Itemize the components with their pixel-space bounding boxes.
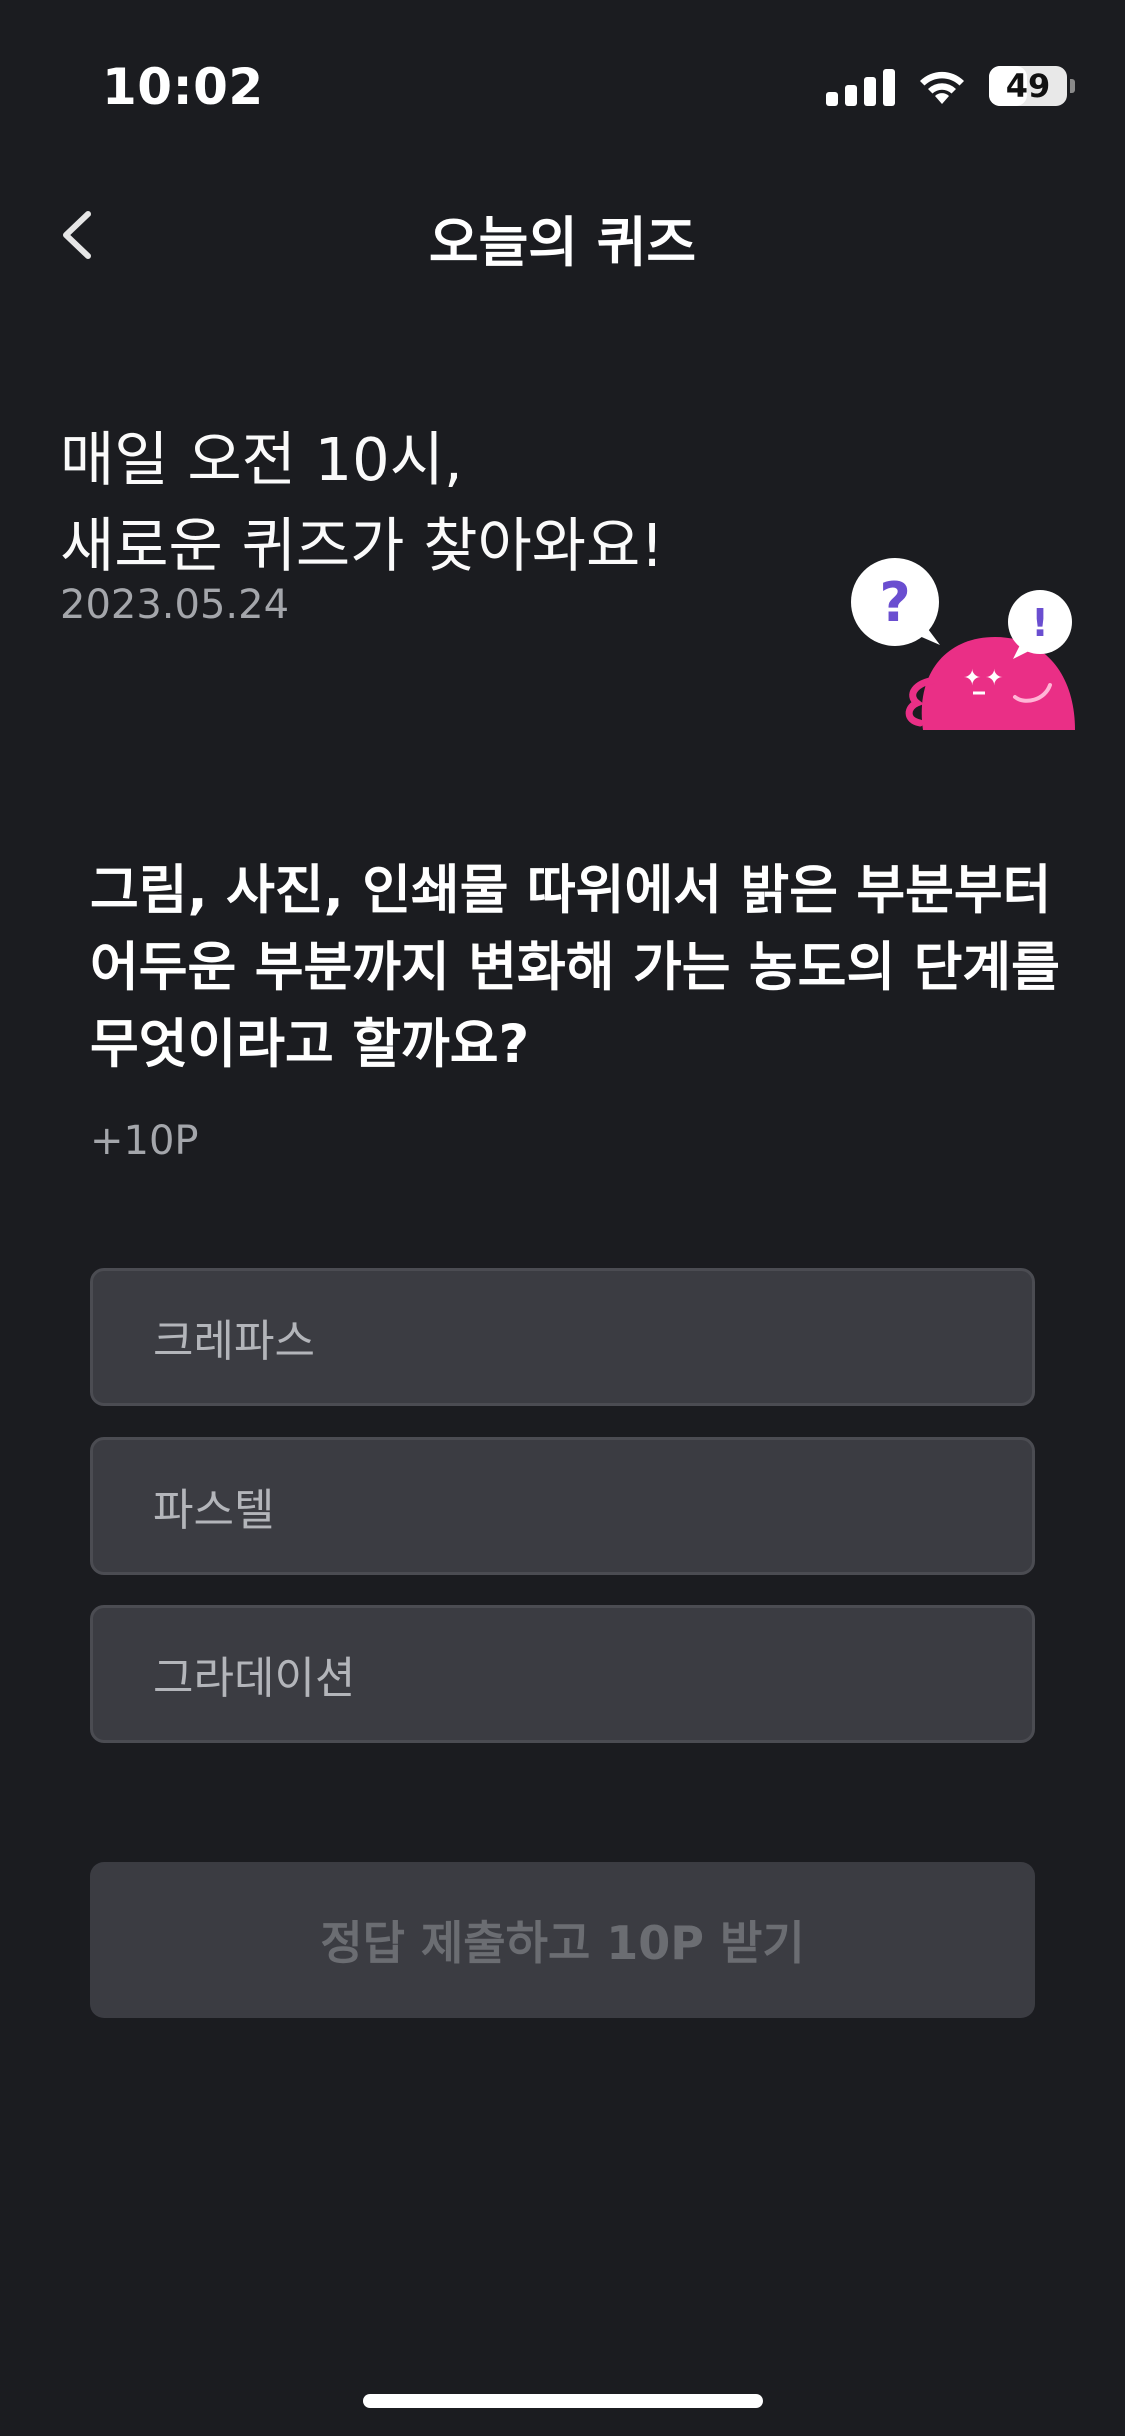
battery-level: 49 — [1005, 67, 1051, 105]
svg-text:✦: ✦ — [985, 666, 1003, 691]
quiz-question: 그림, 사진, 인쇄물 따위에서 밝은 부분부터 어두운 부분까지 변화해 가는… — [90, 860, 1060, 1075]
svg-text:✦: ✦ — [963, 666, 981, 691]
status-time: 10:02 — [102, 58, 264, 116]
status-indicators: 49 — [826, 66, 1075, 106]
answer-option-1[interactable]: 크레파스 — [90, 1268, 1035, 1406]
intro-heading-line2: 새로운 퀴즈가 찾아와요! — [60, 511, 664, 580]
page-title: 오늘의 퀴즈 — [428, 211, 697, 274]
wifi-icon — [920, 71, 964, 104]
exclaim-mark-label: ! — [1031, 601, 1048, 645]
submit-answer-button[interactable]: 정답 제출하고 10P 받기 — [90, 1862, 1035, 2018]
mascot-illustration: ✦ ✦ ? ! — [851, 558, 1075, 730]
answer-option-2[interactable]: 파스텔 — [90, 1437, 1035, 1575]
question-mark-label: ? — [879, 571, 910, 634]
answer-option-label: 크레파스 — [153, 1316, 315, 1367]
answer-option-label: 파스텔 — [153, 1485, 275, 1536]
answer-option-label: 그라데이션 — [153, 1653, 356, 1704]
battery-icon: 49 — [989, 66, 1075, 106]
quiz-date: 2023.05.24 — [60, 582, 290, 628]
reward-points: +10P — [90, 1118, 199, 1164]
home-indicator[interactable] — [363, 2394, 763, 2408]
cellular-signal-icon — [826, 66, 895, 106]
answer-option-3[interactable]: 그라데이션 — [90, 1605, 1035, 1743]
quiz-screen: 10:02 49 오늘의 퀴즈 매일 오전 10시, 새로운 퀴즈가 찾아와요!… — [0, 0, 1125, 2436]
intro-heading-line1: 매일 오전 10시, — [60, 425, 463, 494]
